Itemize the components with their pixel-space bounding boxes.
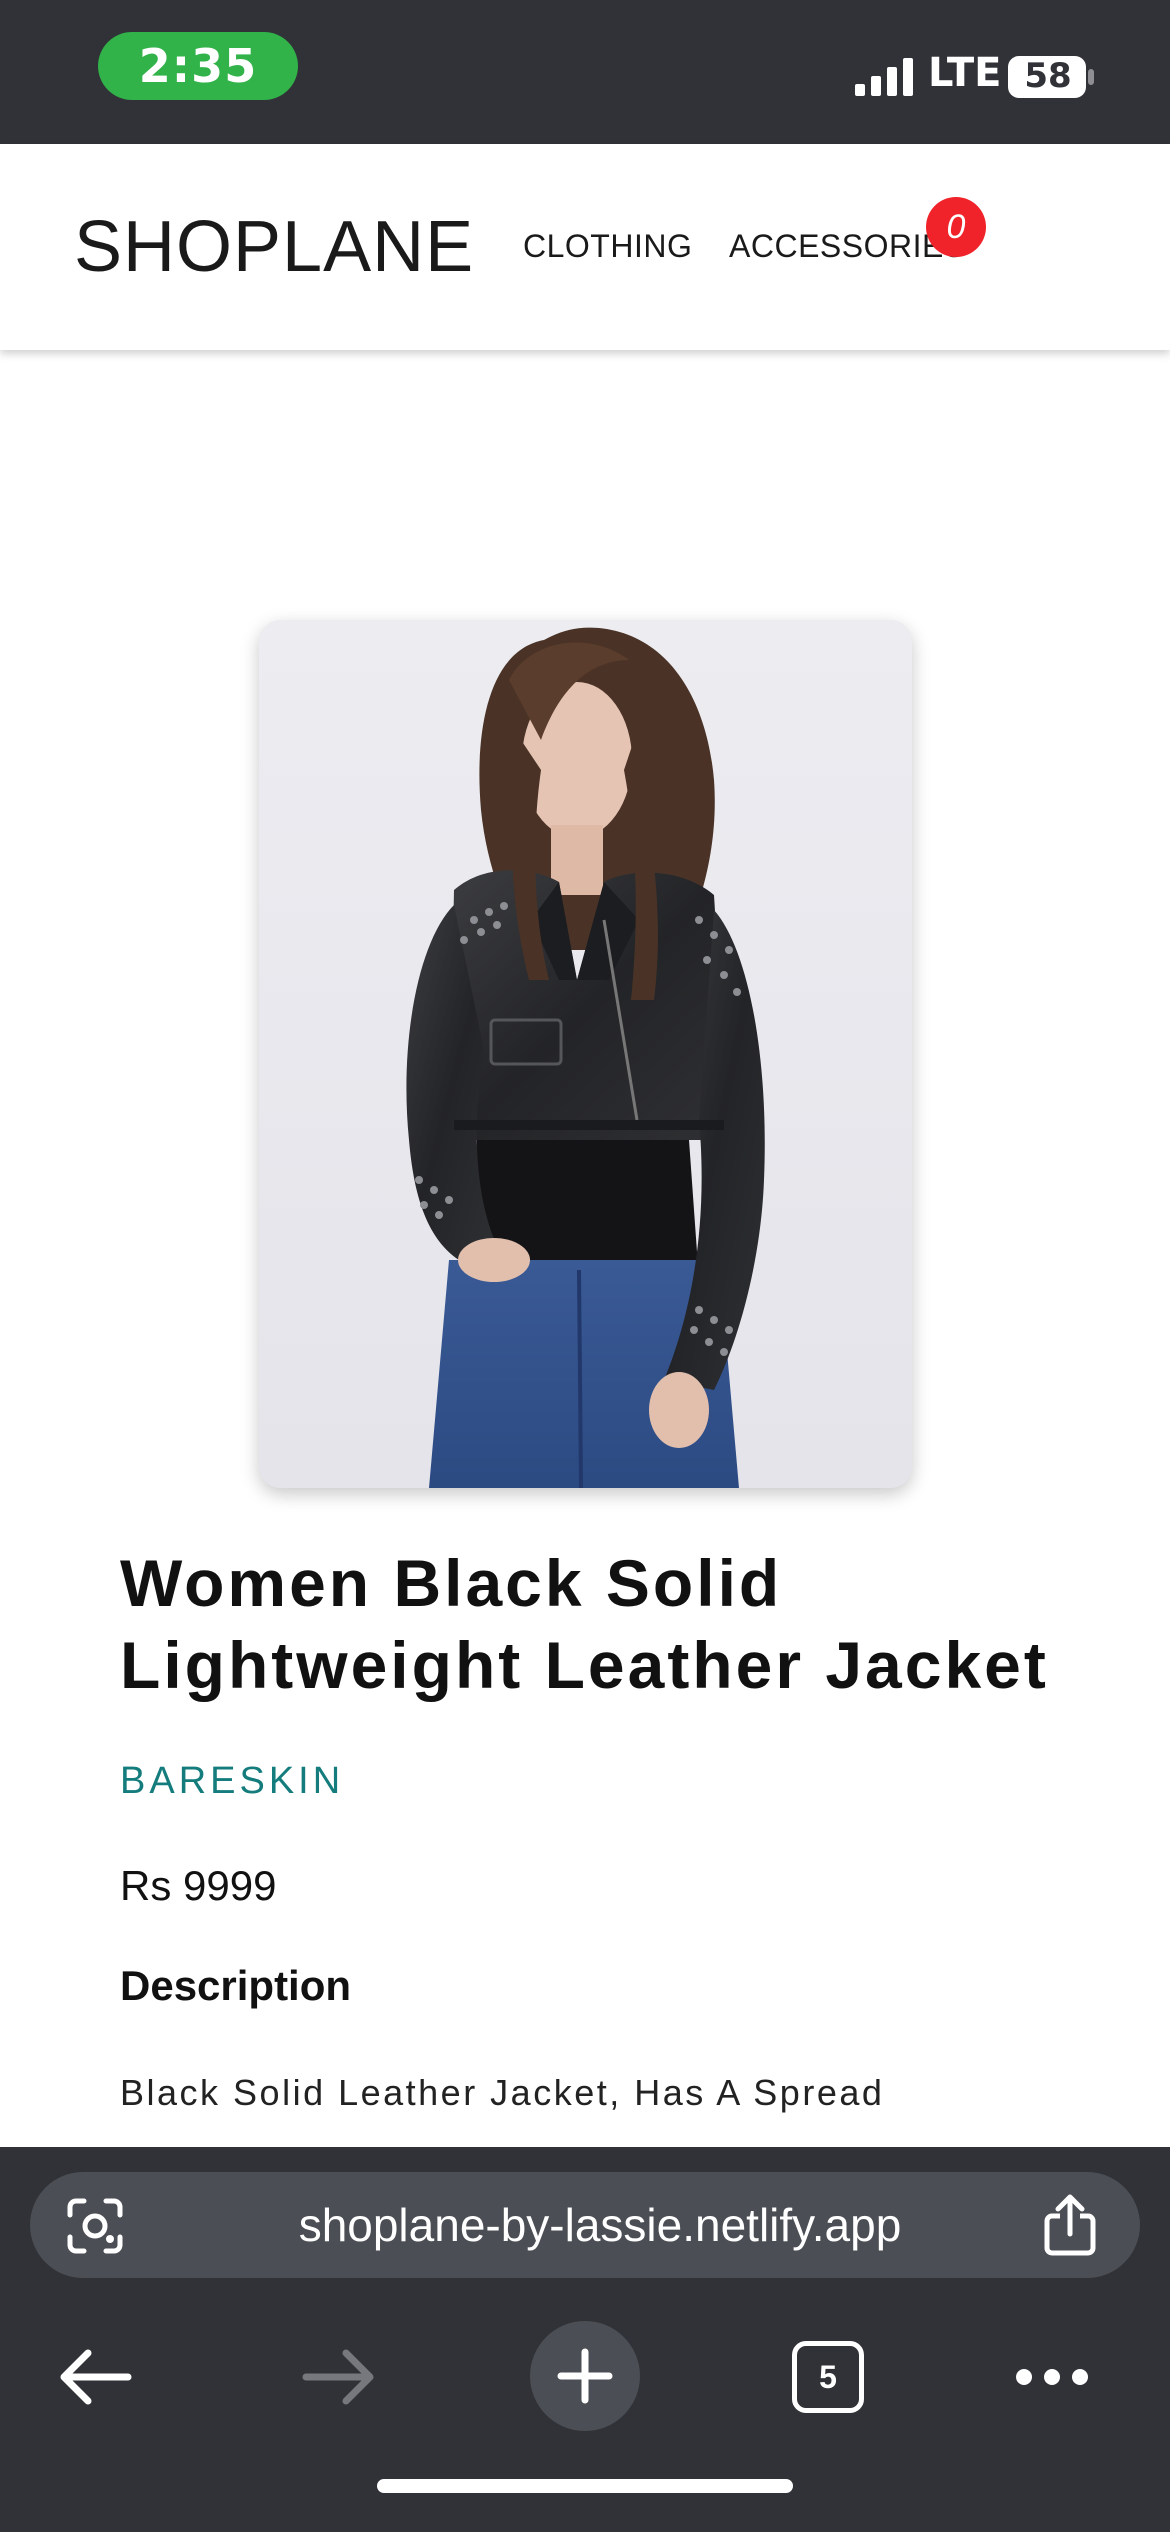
plus-icon [557, 2348, 613, 2404]
product-photo-illustration [259, 620, 912, 1488]
battery-level: 58 [1024, 56, 1072, 96]
page: 2:35 LTE 58 SHOPLANE CLOTHING ACCESSORIE… [0, 0, 1170, 2532]
network-type-label: LTE [928, 50, 1002, 96]
site-header: SHOPLANE CLOTHING ACCESSORIES 0 [0, 144, 1170, 350]
more-menu-icon[interactable] [1014, 2357, 1090, 2397]
brand-logo[interactable]: SHOPLANE [74, 206, 474, 288]
page-scan-icon[interactable] [66, 2197, 124, 2255]
share-icon[interactable] [1040, 2194, 1100, 2256]
home-indicator[interactable] [377, 2479, 793, 2493]
cart-count-badge[interactable]: 0 [926, 197, 986, 257]
product-image [259, 620, 912, 1488]
nav-link-clothing[interactable]: CLOTHING [523, 228, 692, 265]
address-bar[interactable]: shoplane-by-lassie.netlify.app [30, 2172, 1140, 2278]
browser-nav-row: 5 [0, 2307, 1170, 2467]
description-text: Black Solid Leather Jacket, Has A Spread [120, 2072, 885, 2113]
status-bar: 2:35 LTE 58 [0, 0, 1170, 144]
status-time[interactable]: 2:35 [98, 32, 298, 100]
forward-arrow-icon[interactable] [302, 2347, 376, 2407]
cellular-signal-icon [855, 58, 913, 96]
product-brand: BARESKIN [120, 1760, 345, 1802]
url-text[interactable]: shoplane-by-lassie.netlify.app [180, 2172, 1020, 2278]
description-heading: Description [120, 1962, 352, 2009]
tab-switcher-button[interactable]: 5 [792, 2341, 864, 2413]
back-arrow-icon[interactable] [58, 2347, 132, 2407]
product-title: Women Black Solid Lightweight Leather Ja… [120, 1546, 1049, 1702]
product-price: Rs 9999 [120, 1862, 277, 1909]
browser-toolbar: shoplane-by-lassie.netlify.app 5 [0, 2147, 1170, 2532]
new-tab-button[interactable] [530, 2321, 640, 2431]
